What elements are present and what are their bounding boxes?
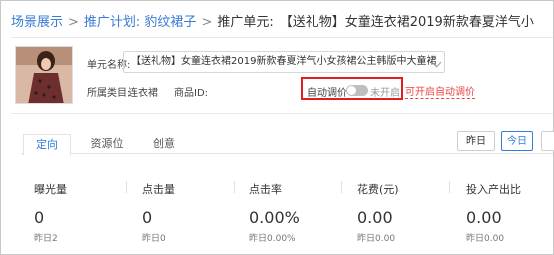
breadcrumb-root-link[interactable]: 场景展示 (11, 15, 63, 30)
metric-value-clicks: 0 (142, 208, 153, 227)
metric-title-spend: 花费(元) (357, 183, 399, 196)
metric-value-spend: 0.00 (357, 208, 393, 227)
metric-sub-roi: 昨日0.00 (466, 234, 505, 244)
metric-separator (234, 181, 235, 193)
metric-title-clicks: 点击量 (142, 183, 175, 196)
auto-bid-toggle[interactable] (346, 85, 368, 96)
metric-separator (449, 181, 450, 193)
enable-auto-bid-link-text: 可开启自动调价 (405, 87, 475, 99)
metric-separator (341, 181, 342, 193)
category-label: 所属类目: (87, 88, 131, 99)
tab-creatives[interactable]: 创意 (141, 134, 187, 154)
metric-title-impressions: 曝光量 (34, 183, 67, 196)
metric-sub-impressions: 昨日2 (34, 234, 58, 244)
breadcrumb-unit-prefix: 推广单元: (217, 15, 274, 30)
auto-bid-label: 自动调价 (307, 88, 347, 99)
breadcrumb: 场景展示 > 推广计划: 豹纹裙子 > 推广单元: 【送礼物】女童连衣裙2019新款春夏洋… (11, 11, 534, 30)
metric-value-impressions: 0 (34, 208, 45, 227)
breadcrumb-plan-link[interactable]: 推广计划: 豹纹裙子 (84, 15, 197, 30)
today-button[interactable]: 今日 (501, 131, 533, 151)
metric-title-roi: 投入产出比 (466, 183, 521, 196)
breadcrumb-separator: > (201, 15, 213, 30)
metric-separator (126, 181, 127, 193)
category-value: 连衣裙 (128, 88, 158, 99)
metric-value-roi: 0.00 (466, 208, 502, 227)
metric-title-ctr: 点击率 (249, 183, 282, 196)
unit-name-select[interactable]: 【送礼物】女童连衣裙2019新款春夏洋气小女孩裙公主韩版中大童裙 (123, 51, 445, 73)
more-date-button[interactable] (541, 131, 554, 151)
metric-sub-ctr: 昨日0.00% (249, 234, 296, 244)
breadcrumb-separator: > (68, 15, 79, 30)
product-id-label: 商品ID: (174, 88, 209, 99)
product-thumbnail (15, 46, 73, 104)
section-divider (11, 113, 553, 114)
breadcrumb-unit-title: 【送礼物】女童连衣裙2019新款春夏洋气小 (279, 15, 534, 30)
yesterday-button[interactable]: 昨日 (457, 131, 495, 151)
metric-sub-clicks: 昨日0 (142, 234, 166, 244)
enable-auto-bid-link[interactable]: 可开启自动调价 (405, 83, 475, 99)
auto-bid-status: 未开启 (370, 88, 400, 99)
toggle-knob (347, 86, 356, 95)
metric-sub-spend: 昨日0.00 (357, 234, 396, 244)
metric-value-ctr: 0.00% (249, 208, 300, 227)
header-divider (11, 37, 553, 38)
tab-placements[interactable]: 资源位 (79, 134, 135, 154)
tab-targeting[interactable]: 定向 (23, 134, 71, 156)
